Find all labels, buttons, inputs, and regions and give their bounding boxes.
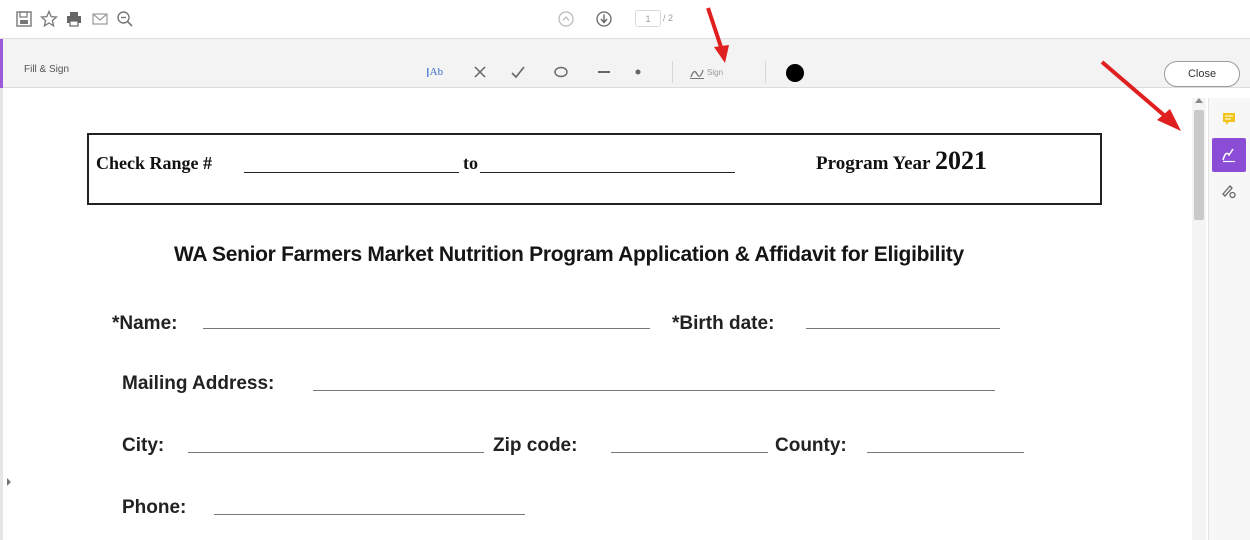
check-range-label: Check Range # (96, 153, 212, 173)
circle-icon (554, 66, 568, 78)
fill-sign-button[interactable] (1212, 138, 1246, 172)
cross-icon (474, 66, 486, 78)
check-range-end-line[interactable] (480, 172, 735, 173)
form-title: WA Senior Farmers Market Nutrition Progr… (174, 243, 964, 266)
sign-label: Sign (707, 67, 724, 77)
star-icon[interactable] (39, 9, 59, 29)
checkmark-icon (511, 66, 525, 79)
fill-sign-toolbar (0, 38, 1250, 88)
toolbar-divider (765, 61, 766, 83)
name-label: *Name: (112, 313, 178, 334)
print-icon[interactable] (64, 9, 84, 29)
save-icon[interactable] (14, 9, 34, 29)
zoom-out-icon[interactable] (115, 9, 135, 29)
city-field-line[interactable] (188, 452, 484, 453)
check-range-start-line[interactable] (244, 172, 459, 173)
zip-code-field-line[interactable] (611, 452, 768, 453)
fill-sign-icon (1222, 148, 1235, 163)
checkmark-tool[interactable] (510, 62, 526, 82)
add-text-tool[interactable]: I Ab (426, 62, 443, 82)
page-up-icon[interactable] (556, 9, 576, 29)
panel-expand-handle[interactable] (7, 478, 11, 486)
dot-icon (635, 69, 641, 75)
color-picker-swatch[interactable] (786, 64, 804, 82)
dot-tool[interactable] (630, 62, 646, 82)
mailing-address-field-line[interactable] (313, 390, 995, 391)
fill-sign-title: Fill & Sign (24, 64, 70, 75)
page-total: / 2 (663, 13, 674, 23)
circle-tool[interactable] (553, 62, 569, 82)
cross-tool[interactable] (472, 62, 488, 82)
scroll-thumb[interactable] (1194, 110, 1204, 220)
sign-button[interactable]: Sign (689, 62, 723, 82)
name-field-line[interactable] (203, 328, 650, 329)
birth-date-field-line[interactable] (806, 328, 1000, 329)
line-tool[interactable] (596, 62, 612, 82)
vertical-scrollbar[interactable] (1192, 98, 1206, 540)
fill-sign-accent (0, 39, 3, 88)
right-tools-rail (1208, 98, 1250, 540)
comment-icon (1223, 113, 1235, 125)
close-button[interactable]: Close (1164, 61, 1240, 87)
top-toolbar: 1 / 2 (0, 0, 1250, 38)
mailing-address-label: Mailing Address: (122, 373, 275, 394)
request-signature-icon (1222, 185, 1236, 199)
add-text-label: Ab (429, 66, 444, 78)
county-field-line[interactable] (867, 452, 1024, 453)
phone-field-line[interactable] (214, 514, 525, 515)
comment-button[interactable] (1212, 102, 1246, 136)
program-year-label: Program Year (816, 153, 931, 174)
zip-code-label: Zip code: (493, 435, 578, 456)
birth-date-label: *Birth date: (672, 313, 775, 334)
city-label: City: (122, 435, 165, 456)
scroll-up-arrow[interactable] (1195, 98, 1203, 103)
page-down-icon[interactable] (594, 9, 614, 29)
county-label: County: (775, 435, 847, 456)
to-label: to (463, 153, 478, 173)
page-number-input[interactable]: 1 (635, 10, 661, 27)
program-year-value: 2021 (935, 146, 987, 175)
email-icon[interactable] (90, 9, 110, 29)
sign-pen-icon (690, 69, 704, 79)
line-icon (598, 71, 610, 73)
toolbar-divider (672, 61, 673, 83)
request-signature-button[interactable] (1212, 174, 1246, 208)
phone-label: Phone: (122, 497, 187, 518)
